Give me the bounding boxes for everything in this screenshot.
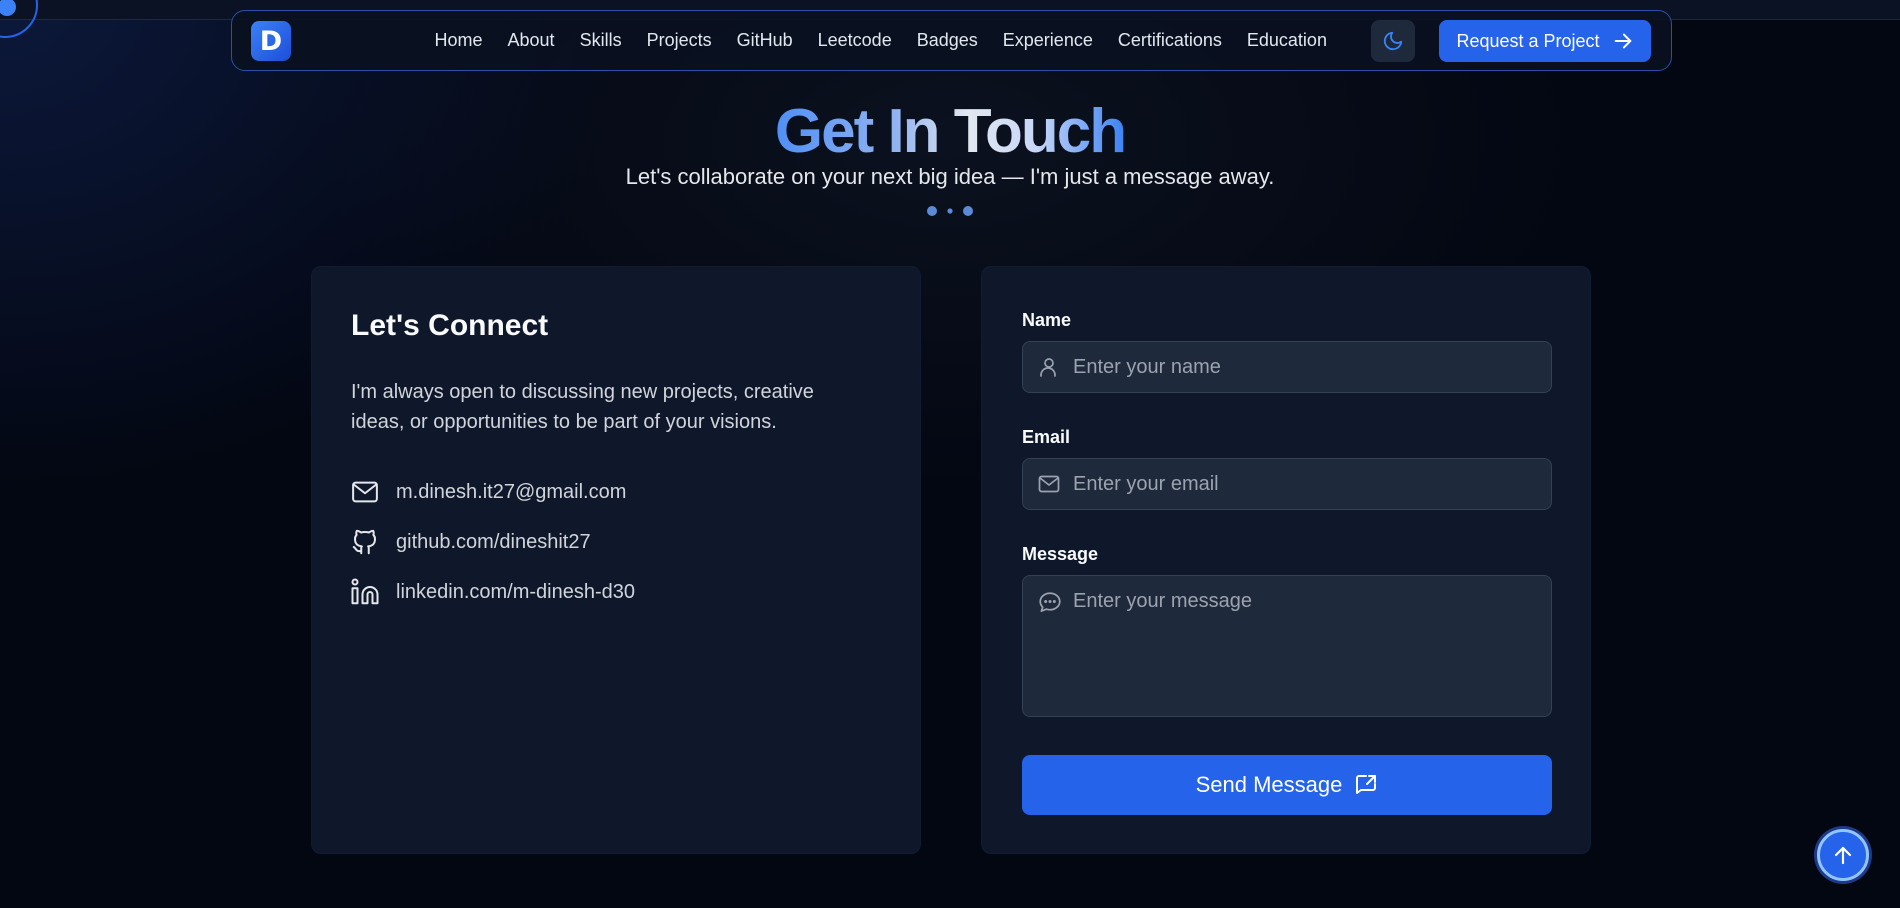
message-field-wrapper [1022, 575, 1552, 717]
mail-icon [352, 481, 378, 503]
contact-email-link[interactable]: m.dinesh.it27@gmail.com [350, 477, 626, 507]
name-label: Name [1022, 310, 1072, 330]
theme-toggle-button[interactable] [1371, 20, 1415, 62]
share-icon [1356, 775, 1377, 794]
name-input[interactable] [1073, 342, 1539, 392]
nav-link-projects[interactable]: Projects [634, 30, 724, 51]
github-icon [352, 529, 376, 555]
nav-link-badges[interactable]: Badges [904, 30, 990, 51]
logo[interactable]: D [251, 21, 291, 61]
nav-links: Home About Skills Projects GitHub Leetco… [422, 11, 1339, 70]
page-subtitle: Let's collaborate on your next big idea … [625, 164, 1275, 189]
scroll-to-top-button[interactable] [1817, 829, 1869, 881]
email-label: Email [1022, 427, 1071, 447]
send-message-button[interactable]: Send Message [1022, 755, 1552, 815]
navbar: D Home About Skills Projects GitHub Leet… [231, 10, 1672, 71]
corner-decoration [0, 0, 38, 38]
nav-link-leetcode[interactable]: Leetcode [805, 30, 904, 51]
email-field-wrapper [1022, 458, 1552, 510]
message-label: Message [1022, 544, 1099, 564]
contact-github-text: github.com/dineshit27 [396, 530, 591, 553]
request-project-button[interactable]: Request a Project [1439, 20, 1651, 62]
nav-link-about[interactable]: About [495, 30, 567, 51]
nav-link-certifications[interactable]: Certifications [1105, 30, 1234, 51]
contact-linkedin-link[interactable]: linkedin.com/m-dinesh-d30 [350, 577, 635, 607]
message-textarea[interactable] [1073, 588, 1539, 708]
nav-link-home[interactable]: Home [422, 30, 495, 51]
connect-card: Let's Connect I'm always open to discuss… [311, 266, 921, 854]
nav-link-skills[interactable]: Skills [567, 30, 634, 51]
nav-link-github[interactable]: GitHub [724, 30, 805, 51]
nav-link-experience[interactable]: Experience [990, 30, 1105, 51]
request-project-label: Request a Project [1456, 30, 1600, 51]
arrow-right-icon [1614, 33, 1631, 49]
email-input[interactable] [1073, 459, 1539, 509]
name-field-wrapper [1022, 341, 1552, 393]
contact-form-card: Name Email Message Send Message [981, 266, 1591, 854]
section-divider [838, 206, 1062, 216]
linkedin-icon [351, 578, 379, 605]
send-message-label: Send Message [1195, 772, 1343, 797]
contact-email-text: m.dinesh.it27@gmail.com [396, 480, 627, 503]
contact-linkedin-text: linkedin.com/m-dinesh-d30 [396, 580, 636, 603]
page-title: Get In Touch [774, 97, 1127, 166]
contact-github-link[interactable]: github.com/dineshit27 [350, 527, 591, 557]
mail-icon [1038, 475, 1060, 493]
connect-description: I'm always open to discussing new projec… [351, 381, 814, 433]
logo-letter: D [259, 25, 283, 57]
user-icon [1040, 358, 1056, 377]
chat-bubble-icon [1039, 592, 1061, 612]
moon-icon [1383, 31, 1403, 51]
arrow-up-icon [1834, 846, 1852, 865]
nav-link-education[interactable]: Education [1234, 30, 1339, 51]
connect-title: Let's Connect [351, 309, 549, 342]
